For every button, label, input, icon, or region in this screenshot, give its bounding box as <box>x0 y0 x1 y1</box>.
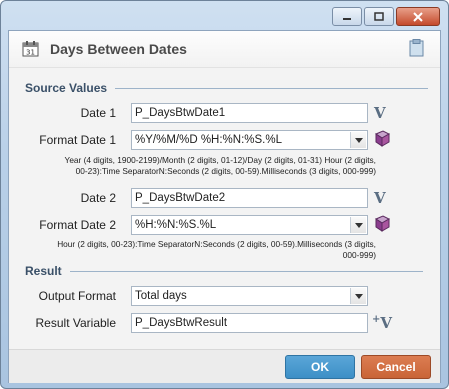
dialog-body: 31 Days Between Dates Source Values Date… <box>8 30 441 383</box>
variable-icon[interactable]: V <box>374 189 386 207</box>
chevron-down-icon[interactable] <box>350 288 366 304</box>
date1-label: Date 1 <box>80 106 116 120</box>
dialog-window: 31 Days Between Dates Source Values Date… <box>0 0 449 389</box>
dialog-header: 31 Days Between Dates <box>9 31 440 68</box>
dialog-title: Days Between Dates <box>50 41 187 57</box>
output-format-label: Output Format <box>38 289 116 303</box>
close-button[interactable] <box>396 7 440 26</box>
window-controls <box>332 7 440 26</box>
format-date1-label: Format Date 1 <box>39 133 116 147</box>
format-date1-hint: Year (4 digits, 1900-2199)/Month (2 digi… <box>16 155 376 177</box>
chevron-down-icon[interactable] <box>350 132 366 148</box>
book-icon[interactable] <box>374 130 391 147</box>
format-date2-hint: Hour (2 digits, 00-23):Time SeparatorN:S… <box>16 239 376 261</box>
output-format-value: Total days <box>135 290 187 302</box>
minimize-button[interactable] <box>332 7 362 26</box>
section-title: Result <box>25 264 62 278</box>
cancel-button[interactable]: Cancel <box>361 355 431 379</box>
output-format-select[interactable]: Total days <box>131 286 368 306</box>
minimize-icon <box>343 17 351 20</box>
svg-text:31: 31 <box>26 49 35 57</box>
section-title: Source Values <box>25 81 108 95</box>
maximize-icon <box>374 12 384 21</box>
maximize-button[interactable] <box>364 7 394 26</box>
date1-input[interactable]: P_DaysBtwDate1 <box>131 103 368 123</box>
ok-button[interactable]: OK <box>285 355 355 379</box>
section-result: Result <box>25 264 423 278</box>
form-area: Source Values Date 1 P_DaysBtwDate1 V Fo… <box>9 68 440 349</box>
format-date2-value: %H:%N:%S.%L <box>135 219 217 231</box>
chevron-down-icon[interactable] <box>350 217 366 233</box>
clipboard-icon[interactable] <box>409 39 425 57</box>
book-icon[interactable] <box>374 215 391 232</box>
result-variable-input[interactable]: P_DaysBtwResult <box>131 313 368 333</box>
dialog-footer: OK Cancel <box>9 349 440 383</box>
format-date1-select[interactable]: %Y/%M/%D %H:%N:%S.%L <box>131 130 368 150</box>
date2-input[interactable]: P_DaysBtwDate2 <box>131 188 368 208</box>
close-icon <box>413 11 423 22</box>
hint-line: 00-23):Time SeparatorN:Seconds (2 digits… <box>75 166 376 176</box>
date2-label: Date 2 <box>80 191 116 205</box>
format-date2-select[interactable]: %H:%N:%S.%L <box>131 215 368 235</box>
add-variable-icon[interactable]: +V <box>372 314 392 332</box>
hint-line: Year (4 digits, 1900-2199)/Month (2 digi… <box>64 155 376 165</box>
result-variable-label: Result Variable <box>35 316 116 330</box>
section-divider <box>69 270 423 272</box>
format-date2-label: Format Date 2 <box>39 218 116 232</box>
section-divider <box>115 87 429 89</box>
hint-line: Hour (2 digits, 00-23):Time SeparatorN:S… <box>57 239 376 249</box>
variable-icon[interactable]: V <box>374 104 386 122</box>
section-source-values: Source Values <box>25 81 429 95</box>
calendar-icon: 31 <box>22 41 39 57</box>
format-date1-value: %Y/%M/%D %H:%N:%S.%L <box>135 134 282 146</box>
hint-line: 000-999) <box>342 250 376 260</box>
